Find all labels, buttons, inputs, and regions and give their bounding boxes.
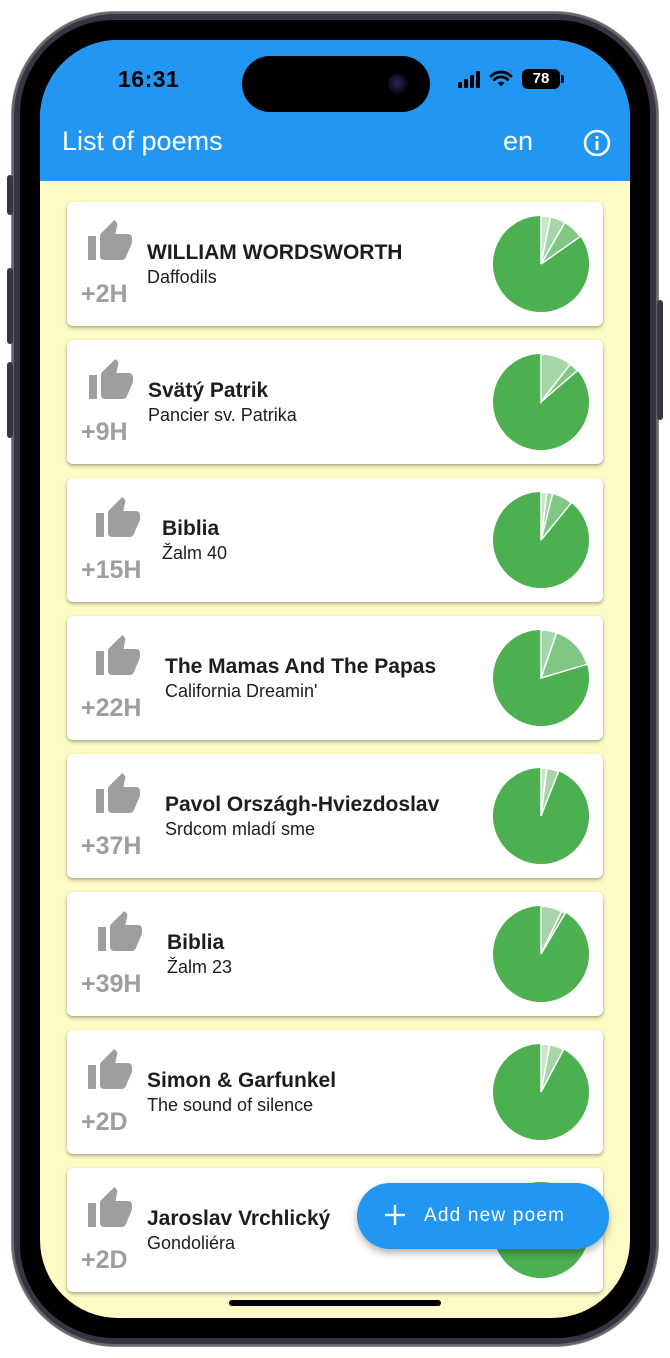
- app-bar: 16:31 78 List of poems en: [40, 40, 630, 181]
- wifi-icon: [489, 70, 513, 87]
- author-label: The Mamas And The Papas: [165, 655, 437, 678]
- rating-pie-chart: [492, 215, 590, 313]
- author-label: Biblia: [167, 931, 225, 954]
- poem-card[interactable]: +39H Biblia Žalm 23: [67, 892, 603, 1016]
- author-label: WILLIAM WORDSWORTH: [147, 241, 403, 264]
- volume-up-button: [7, 268, 13, 344]
- age-label: +2D: [81, 1246, 128, 1274]
- thumb-up-icon[interactable]: [83, 218, 137, 266]
- thumb-up-icon[interactable]: [91, 633, 145, 681]
- thumb-up-icon[interactable]: [91, 771, 145, 819]
- language-button[interactable]: en: [503, 126, 533, 157]
- poem-title-label: Srdcom mladí sme: [165, 819, 316, 839]
- power-button: [657, 300, 663, 420]
- dynamic-island: [242, 56, 430, 112]
- volume-down-button: [7, 362, 13, 438]
- poem-card[interactable]: +2D Simon & Garfunkel The sound of silen…: [67, 1030, 603, 1154]
- rating-pie-chart: [492, 767, 590, 865]
- rating-pie-chart: [492, 629, 590, 727]
- poem-title-label: Pancier sv. Patrika: [148, 405, 297, 425]
- poem-title-label: The sound of silence: [147, 1095, 314, 1115]
- thumb-up-icon[interactable]: [93, 909, 147, 957]
- app-screen: 16:31 78 List of poems en +2H WILLIAM WO…: [40, 40, 630, 1318]
- thumb-up-icon[interactable]: [84, 357, 138, 405]
- action-button: [7, 175, 13, 215]
- thumb-up-icon[interactable]: [83, 1185, 137, 1233]
- author-label: Svätý Patrik: [148, 379, 269, 402]
- poem-title-label: Žalm 23: [167, 957, 233, 977]
- age-label: +2D: [81, 1108, 128, 1136]
- status-icons: 78: [458, 68, 564, 90]
- status-time: 16:31: [118, 66, 180, 92]
- plus-icon: [385, 1205, 405, 1225]
- battery-icon: 78: [522, 69, 564, 89]
- rating-pie-chart: [492, 905, 590, 1003]
- poem-card[interactable]: +2H WILLIAM WORDSWORTH Daffodils: [67, 202, 603, 326]
- author-label: Simon & Garfunkel: [147, 1069, 337, 1092]
- age-label: +2H: [81, 280, 128, 308]
- age-label: +9H: [81, 418, 128, 446]
- author-label: Pavol Országh-Hviezdoslav: [165, 793, 440, 816]
- rating-pie-chart: [492, 491, 590, 589]
- poem-card[interactable]: +9H Svätý Patrik Pancier sv. Patrika: [67, 340, 603, 464]
- age-label: +39H: [81, 970, 142, 998]
- rating-pie-chart: [492, 353, 590, 451]
- add-poem-label: Add new poem: [424, 1205, 566, 1226]
- poem-title-label: Žalm 40: [162, 543, 228, 563]
- thumb-up-icon[interactable]: [83, 1047, 137, 1095]
- rating-pie-chart: [492, 1043, 590, 1141]
- camera-icon: [388, 74, 408, 94]
- poem-card[interactable]: +22H The Mamas And The Papas California …: [67, 616, 603, 740]
- poem-title-label: Daffodils: [147, 267, 217, 287]
- poem-title-label: California Dreamin': [165, 681, 318, 701]
- info-icon[interactable]: [583, 129, 611, 157]
- age-label: +15H: [81, 556, 142, 584]
- author-label: Biblia: [162, 517, 220, 540]
- poem-card[interactable]: +15H Biblia Žalm 40: [67, 478, 603, 602]
- age-label: +37H: [81, 832, 142, 860]
- age-label: +22H: [81, 694, 142, 722]
- signal-icon: [458, 70, 480, 88]
- poem-card[interactable]: +37H Pavol Országh-Hviezdoslav Srdcom ml…: [67, 754, 603, 878]
- poem-title-label: Gondoliéra: [147, 1233, 236, 1253]
- author-label: Jaroslav Vrchlický: [147, 1207, 331, 1230]
- thumb-up-icon[interactable]: [91, 495, 145, 543]
- add-poem-button[interactable]: Add new poem: [357, 1183, 609, 1249]
- page-title: List of poems: [62, 126, 223, 156]
- home-indicator: [229, 1300, 441, 1306]
